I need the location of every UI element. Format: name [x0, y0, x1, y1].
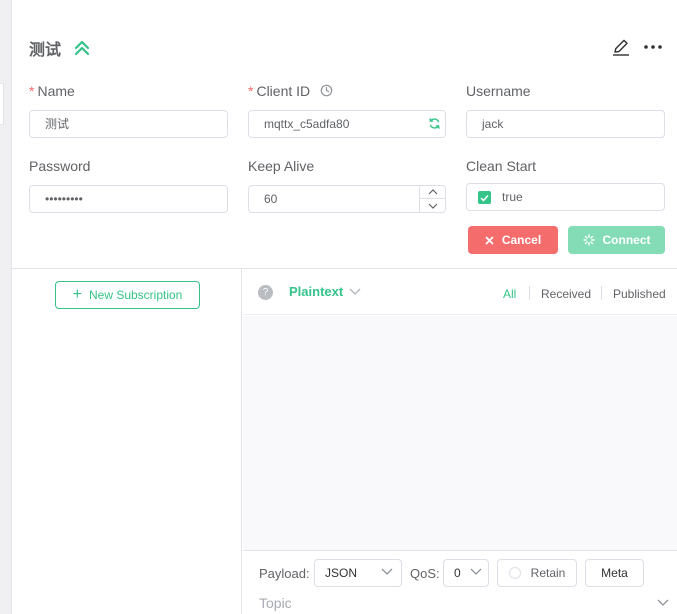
- client-id-label: * Client ID: [248, 83, 333, 99]
- chevron-up-icon: [428, 189, 437, 195]
- close-icon: [485, 235, 494, 245]
- chevron-down-icon: [470, 568, 482, 575]
- payload-type-select[interactable]: JSON: [314, 559, 402, 587]
- password-label: Password: [29, 158, 91, 174]
- retain-radio: [508, 567, 521, 579]
- question-icon[interactable]: ?: [258, 285, 273, 300]
- connection-name: 测试: [29, 42, 62, 59]
- password-value: •••••••••: [45, 192, 83, 206]
- messages-toolbar: ? Plaintext All Received Published: [243, 269, 677, 315]
- required-mark: *: [29, 83, 35, 99]
- qos-label: QoS:: [410, 566, 440, 581]
- qos-select[interactable]: 0: [443, 559, 489, 587]
- clock-icon[interactable]: [320, 84, 333, 97]
- stepper-increase[interactable]: [420, 186, 445, 199]
- cancel-button[interactable]: Cancel: [468, 226, 558, 254]
- retain-label: Retain: [530, 566, 566, 580]
- payload-label: Payload:: [259, 566, 310, 581]
- client-id-value: mqttx_c5adfa80: [264, 117, 350, 131]
- username-input[interactable]: jack: [466, 110, 665, 138]
- subscriptions-pane: + New Subscription: [12, 269, 242, 614]
- payload-type-value: JSON: [325, 566, 358, 580]
- client-id-input[interactable]: mqttx_c5adfa80: [248, 110, 446, 138]
- username-value: jack: [482, 117, 504, 131]
- loading-icon: [582, 234, 595, 246]
- clean-start-label: Clean Start: [466, 158, 537, 174]
- header-actions: [611, 37, 663, 57]
- name-label: * Name: [29, 83, 75, 99]
- clean-start-field[interactable]: true: [466, 183, 665, 211]
- filter-published[interactable]: Published: [613, 287, 666, 301]
- connection-header: 测试: [29, 36, 91, 60]
- keep-alive-label: Keep Alive: [248, 158, 315, 174]
- filter-received[interactable]: Received: [541, 287, 591, 301]
- chevron-down-icon: [381, 568, 393, 575]
- keep-alive-stepper: [419, 186, 445, 212]
- plus-icon: +: [72, 286, 82, 303]
- retain-toggle[interactable]: Retain: [497, 559, 577, 587]
- name-value: 测试: [45, 117, 70, 131]
- new-subscription-label: New Subscription: [88, 288, 183, 302]
- clean-start-value: true: [502, 190, 523, 204]
- filter-all[interactable]: All: [503, 287, 516, 301]
- client-id-label-text: Client ID: [256, 83, 311, 99]
- connect-label: Connect: [602, 233, 651, 247]
- clean-start-checkbox[interactable]: [478, 191, 491, 204]
- sidebar-tab-handle[interactable]: [0, 83, 4, 125]
- name-label-text: Name: [37, 83, 75, 99]
- messages-list[interactable]: [243, 316, 677, 550]
- cancel-label: Cancel: [501, 233, 542, 247]
- check-icon: [480, 194, 489, 202]
- connect-button[interactable]: Connect: [568, 226, 665, 254]
- payload-format-label: Plaintext: [289, 284, 344, 299]
- keep-alive-input[interactable]: 60: [248, 185, 446, 213]
- more-icon[interactable]: [643, 37, 663, 57]
- filter-separator: [601, 286, 602, 300]
- chevron-down-icon: [349, 288, 361, 295]
- password-input[interactable]: •••••••••: [29, 185, 228, 213]
- qos-value: 0: [454, 566, 461, 580]
- sidebar-strip: [0, 0, 12, 614]
- payload-format-dropdown[interactable]: Plaintext: [289, 284, 361, 299]
- required-mark: *: [248, 83, 254, 99]
- edit-icon[interactable]: [611, 37, 631, 57]
- new-subscription-button[interactable]: + New Subscription: [55, 281, 200, 309]
- refresh-icon[interactable]: [428, 117, 441, 130]
- chevron-double-up-icon[interactable]: [73, 39, 91, 57]
- meta-button[interactable]: Meta: [585, 559, 644, 587]
- username-label: Username: [466, 83, 531, 99]
- filter-separator: [529, 286, 530, 300]
- chevron-down-icon[interactable]: [657, 599, 669, 606]
- meta-label: Meta: [601, 566, 628, 580]
- topic-input[interactable]: Topic: [259, 595, 292, 611]
- name-input[interactable]: 测试: [29, 110, 228, 138]
- message-composer: Payload: JSON QoS: 0 Retain Meta Topic: [243, 550, 677, 614]
- chevron-down-icon: [428, 203, 437, 209]
- stepper-decrease[interactable]: [420, 199, 445, 212]
- keep-alive-value: 60: [264, 192, 278, 206]
